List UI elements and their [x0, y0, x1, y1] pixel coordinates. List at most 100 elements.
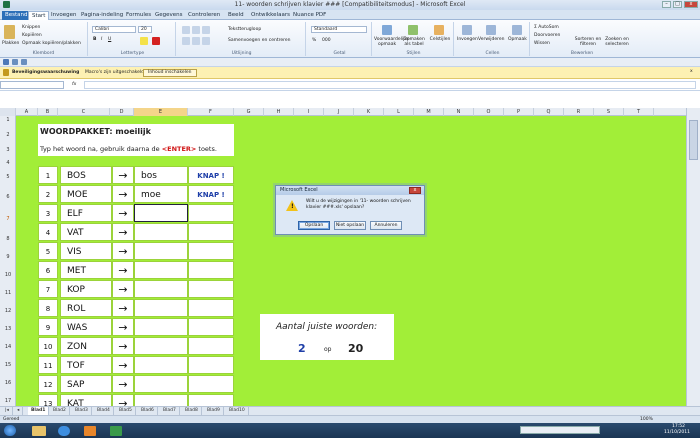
col-header-l[interactable]: L: [384, 108, 414, 116]
tab-developer[interactable]: Ontwikkelaars: [248, 11, 293, 20]
clear-button[interactable]: Wissen: [534, 41, 550, 46]
insert-cells-button[interactable]: Invoegen: [457, 37, 478, 42]
autosum-button[interactable]: Σ AutoSom: [534, 25, 559, 30]
answer-input[interactable]: [134, 318, 188, 336]
close-window-button[interactable]: x: [684, 1, 698, 8]
percent-button[interactable]: %: [312, 38, 316, 43]
col-header-g[interactable]: G: [234, 108, 264, 116]
tab-insert[interactable]: Invoegen: [48, 11, 79, 20]
maximize-button[interactable]: □: [673, 1, 682, 8]
row-header[interactable]: 4: [0, 160, 16, 166]
format-as-table-button[interactable]: Opmaken als tabel: [401, 37, 427, 47]
col-header-s[interactable]: S: [594, 108, 624, 116]
sort-filter-button[interactable]: Sorteren en filteren: [574, 37, 602, 47]
tab-nav-prev[interactable]: ◂: [14, 407, 24, 415]
minimize-button[interactable]: –: [662, 1, 671, 8]
fill-button[interactable]: Doorvoeren: [534, 33, 560, 38]
align-bottom-icon[interactable]: [202, 26, 210, 34]
row-header[interactable]: 15: [0, 362, 16, 368]
answer-input[interactable]: [134, 356, 188, 374]
save-button[interactable]: Opslaan: [298, 221, 330, 230]
row-header[interactable]: 9: [0, 254, 16, 260]
col-header-a[interactable]: A: [16, 108, 38, 116]
answer-input[interactable]: moe: [134, 185, 188, 203]
tab-data[interactable]: Gegevens: [152, 11, 186, 20]
row-header[interactable]: 2: [0, 132, 16, 138]
sheet-tab[interactable]: Blad3: [72, 407, 92, 415]
fx-icon[interactable]: fx: [72, 82, 76, 87]
redo-icon[interactable]: [21, 59, 27, 65]
answer-input[interactable]: [134, 223, 188, 241]
sheet-tab[interactable]: Blad6: [138, 407, 158, 415]
answer-input[interactable]: [134, 261, 188, 279]
col-header-q[interactable]: Q: [534, 108, 564, 116]
col-header-i[interactable]: I: [294, 108, 324, 116]
answer-input[interactable]: [134, 337, 188, 355]
scroll-thumb[interactable]: [689, 120, 698, 160]
answer-input[interactable]: [134, 280, 188, 298]
delete-cells-button[interactable]: Verwijderen: [478, 37, 505, 42]
italic-button[interactable]: I: [101, 37, 102, 42]
underline-button[interactable]: U: [108, 37, 111, 42]
tab-review[interactable]: Controleren: [185, 11, 223, 20]
col-header-o[interactable]: O: [474, 108, 504, 116]
row-header[interactable]: 16: [0, 380, 16, 386]
row-header[interactable]: 5: [0, 174, 16, 180]
answer-input[interactable]: [134, 394, 188, 406]
find-select-button[interactable]: Zoeken en selecteren: [603, 37, 631, 47]
col-header-n[interactable]: N: [444, 108, 474, 116]
col-header-d[interactable]: D: [110, 108, 134, 116]
row-header-active[interactable]: 7: [0, 216, 16, 222]
wrap-text-button[interactable]: Tekstterugloop: [228, 27, 261, 32]
row-header[interactable]: 13: [0, 326, 16, 332]
col-header-h[interactable]: H: [264, 108, 294, 116]
answer-input[interactable]: [134, 375, 188, 393]
folder-icon[interactable]: [32, 426, 46, 436]
sheet-tab[interactable]: Blad10: [226, 407, 249, 415]
cell-styles-button[interactable]: Celstijlen: [428, 37, 452, 42]
cancel-button[interactable]: Annuleren: [370, 221, 402, 230]
copy-button[interactable]: Kopiëren: [22, 33, 42, 38]
font-name-select[interactable]: Calibri: [92, 26, 136, 33]
start-button-icon[interactable]: [4, 425, 16, 436]
format-cells-button[interactable]: Opmaak: [508, 37, 527, 42]
sheet-tab[interactable]: Blad1: [28, 407, 50, 415]
row-header[interactable]: 8: [0, 236, 16, 242]
row-header[interactable]: 3: [0, 147, 16, 153]
align-middle-icon[interactable]: [192, 26, 200, 34]
number-format-select[interactable]: Standaard: [311, 26, 367, 33]
col-header-j[interactable]: J: [324, 108, 354, 116]
row-header[interactable]: 6: [0, 194, 16, 200]
col-header-t[interactable]: T: [624, 108, 654, 116]
tab-file[interactable]: Bestand: [2, 11, 31, 20]
align-top-icon[interactable]: [182, 26, 190, 34]
sheet-tab[interactable]: Blad4: [94, 407, 114, 415]
tab-view[interactable]: Beeld: [225, 11, 247, 20]
zoom-level[interactable]: 100%: [640, 417, 653, 422]
answer-input[interactable]: [134, 242, 188, 260]
excel-taskbar-icon[interactable]: [110, 426, 122, 436]
save-icon[interactable]: [3, 59, 9, 65]
tab-nav-first[interactable]: |◂: [2, 407, 13, 415]
conditional-format-button[interactable]: Voorwaardelijke opmaak: [374, 37, 410, 47]
font-color-icon[interactable]: [152, 37, 160, 45]
row-header[interactable]: 11: [0, 290, 16, 296]
col-header-c[interactable]: C: [58, 108, 110, 116]
dont-save-button[interactable]: Niet opslaan: [334, 221, 366, 230]
sheet-tab[interactable]: Blad9: [204, 407, 224, 415]
col-header-p[interactable]: P: [504, 108, 534, 116]
sheet-tab[interactable]: Blad5: [116, 407, 136, 415]
col-header-b[interactable]: B: [38, 108, 58, 116]
sheet-tab[interactable]: Blad2: [50, 407, 70, 415]
font-size-select[interactable]: 20: [138, 26, 152, 33]
fill-color-icon[interactable]: [140, 37, 148, 45]
vertical-scrollbar[interactable]: [686, 108, 700, 406]
align-left-icon[interactable]: [182, 37, 190, 45]
col-header-f[interactable]: F: [188, 108, 234, 116]
tab-home[interactable]: Start: [28, 11, 50, 20]
row-header[interactable]: 17: [0, 398, 16, 404]
taskbar-search-input[interactable]: [520, 426, 600, 434]
formula-input[interactable]: [84, 81, 696, 89]
row-header[interactable]: 14: [0, 344, 16, 350]
dialog-close-button[interactable]: x: [409, 187, 421, 194]
